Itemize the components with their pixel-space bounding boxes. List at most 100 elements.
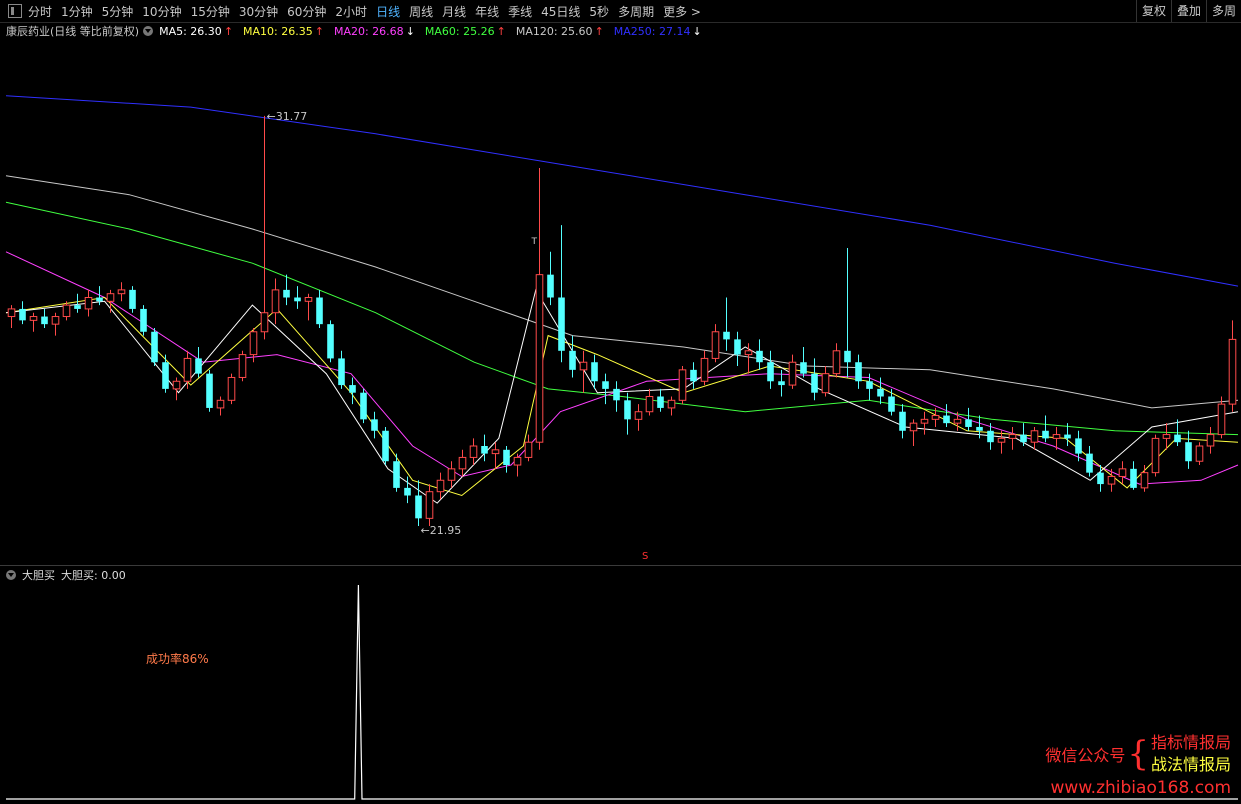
period-tab-2[interactable]: 5分钟: [102, 3, 134, 20]
period-tab-9[interactable]: 周线: [409, 3, 433, 20]
candle-body: [382, 430, 389, 462]
candle-body: [469, 445, 478, 458]
candle-body: [206, 373, 213, 408]
period-tab-15[interactable]: 多周期: [618, 3, 654, 20]
period-tab-14[interactable]: 5秒: [589, 3, 609, 20]
candle-body: [1195, 445, 1204, 462]
candle-body: [811, 373, 818, 393]
candle-body: [1140, 472, 1149, 489]
period-tab-16[interactable]: 更多 >: [663, 3, 701, 20]
candle-body: [591, 362, 598, 382]
candle: [84, 289, 93, 317]
candle: [294, 286, 301, 309]
period-tab-5[interactable]: 30分钟: [239, 3, 278, 20]
ma-legend-value: MA60: 25.26: [424, 24, 495, 38]
candle-body: [1107, 475, 1116, 485]
candle: [447, 461, 456, 488]
candle: [855, 354, 862, 389]
period-tab-10[interactable]: 月线: [442, 3, 466, 20]
candle: [260, 115, 269, 340]
sub-indicator-menu-icon[interactable]: [6, 570, 16, 580]
candle-body: [976, 426, 983, 431]
candle: [700, 350, 709, 386]
arrow-up-icon: ↑: [223, 24, 234, 38]
period-tab-7[interactable]: 2小时: [335, 3, 367, 20]
candle-body: [657, 396, 664, 408]
candle-body: [74, 305, 81, 309]
candle-body: [634, 411, 643, 420]
candle-body: [371, 419, 378, 431]
candle-body: [1130, 468, 1137, 488]
toolbar-button-0[interactable]: 复权: [1135, 0, 1171, 22]
candle: [436, 472, 445, 500]
watermark-gzh: 微信公众号: [1045, 746, 1126, 765]
candle-body: [84, 297, 93, 310]
period-tab-11[interactable]: 年线: [475, 3, 499, 20]
candle-body: [1075, 438, 1082, 454]
candle-body: [316, 297, 323, 325]
candle-body: [535, 274, 544, 443]
ma-line-ma60: [5, 201, 1239, 436]
candle-body: [931, 415, 940, 420]
candle: [172, 377, 181, 401]
stock-title: 康辰药业(日线 等比前复权): [6, 25, 140, 38]
candle: [162, 354, 169, 393]
candle: [106, 289, 115, 313]
candle-body: [294, 297, 301, 302]
ma-legend-2: MA20: 26.68 ↓: [334, 25, 415, 38]
candle: [1130, 461, 1137, 490]
candle-body: [700, 357, 709, 382]
period-tab-8[interactable]: 日线: [376, 3, 400, 20]
candle-body: [7, 308, 16, 318]
candle: [327, 320, 334, 363]
candle-body: [183, 357, 192, 382]
ma-legend-5: MA250: 27.14 ↓: [614, 25, 702, 38]
period-tab-1[interactable]: 1分钟: [61, 3, 93, 20]
candle: [1151, 434, 1160, 477]
candle-body: [667, 399, 676, 409]
candle-body: [866, 381, 873, 389]
candle-body: [888, 396, 895, 412]
arrow-up-icon: ↑: [594, 24, 604, 38]
toolbar-button-2[interactable]: 多周: [1205, 0, 1241, 22]
panel-divider[interactable]: [0, 565, 1241, 566]
candle: [183, 350, 192, 389]
candle-body: [327, 324, 334, 359]
candle: [657, 388, 664, 412]
candle-body: [1042, 430, 1049, 439]
ma-legend-3: MA60: 25.26 ↑: [425, 25, 506, 38]
panel-toggle-icon[interactable]: [8, 4, 22, 18]
candle-body: [1206, 434, 1215, 447]
candle-body: [844, 350, 851, 363]
period-tab-4[interactable]: 15分钟: [191, 3, 230, 20]
arrow-up-icon: ↑: [496, 24, 506, 38]
candlestick-chart[interactable]: T: [0, 40, 1241, 565]
toolbar-button-1[interactable]: 叠加: [1170, 0, 1206, 22]
candle: [821, 366, 830, 397]
candle: [800, 347, 807, 378]
candle: [613, 381, 620, 412]
period-tabs: 分时 1分钟 5分钟 10分钟 15分钟 30分钟 60分钟 2小时 日线 周线 月线 年线 季线 45日…: [28, 3, 710, 20]
candle: [19, 301, 26, 325]
candle-body: [547, 274, 554, 298]
candle-body: [756, 350, 763, 363]
candle: [129, 286, 136, 313]
period-tab-6[interactable]: 60分钟: [287, 3, 326, 20]
period-tab-13[interactable]: 45日线: [541, 3, 580, 20]
period-tab-3[interactable]: 10分钟: [142, 3, 181, 20]
indicator-menu-icon[interactable]: [143, 26, 154, 36]
period-tab-12[interactable]: 季线: [508, 3, 532, 20]
candle: [503, 446, 510, 473]
candle-body: [920, 418, 929, 424]
candle: [899, 404, 906, 439]
candle-body: [832, 350, 841, 375]
sub-indicator-value: 大胆买: 0.00: [61, 569, 126, 582]
candle-body: [51, 316, 60, 325]
candle-body: [987, 430, 994, 443]
period-tab-0[interactable]: 分时: [28, 3, 52, 20]
candle-body: [1052, 434, 1061, 439]
candle-body: [491, 449, 500, 455]
candle: [1030, 426, 1039, 450]
candle-body: [645, 396, 654, 413]
candle: [1195, 442, 1204, 466]
